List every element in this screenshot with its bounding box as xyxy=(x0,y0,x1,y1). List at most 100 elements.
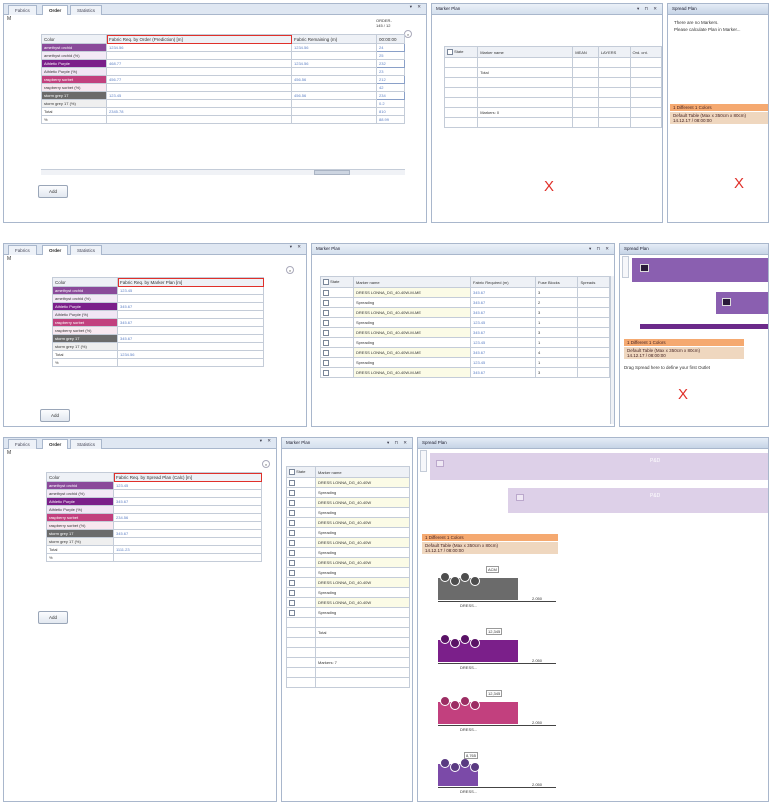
marker-row[interactable]: DRESS LONNA_DG_40-40W xyxy=(286,577,410,588)
marker-row[interactable]: Spreading 345.67 2 xyxy=(320,297,610,308)
checkbox[interactable] xyxy=(323,319,329,326)
marker-row[interactable]: Spreading 123.45 1 xyxy=(320,317,610,328)
add-button[interactable]: Add xyxy=(40,409,70,422)
color-row[interactable]: storm grey 17 123.45 456.56 234 xyxy=(41,91,405,100)
vscroll[interactable] xyxy=(610,276,614,424)
marker-row[interactable] xyxy=(443,57,662,68)
order-value[interactable]: 42 xyxy=(376,83,405,92)
marker-name[interactable]: Spreading xyxy=(315,587,410,598)
checkbox[interactable] xyxy=(323,309,329,316)
color-row[interactable]: amethyst orchid 1234.56 1234.56 24 xyxy=(41,43,405,52)
marker-name[interactable]: Spreading xyxy=(315,567,410,578)
marker-row[interactable]: DRESS LONNA_DG_40-40W xyxy=(286,477,410,488)
color-row[interactable]: raspberry sorbet (%) xyxy=(52,326,264,335)
spread-bar-1[interactable] xyxy=(430,453,768,480)
row-checkbox[interactable] xyxy=(320,337,354,348)
row-checkbox[interactable] xyxy=(320,297,354,308)
color-row[interactable]: Athletic Purple (%) 23 xyxy=(41,67,405,76)
row-checkbox[interactable] xyxy=(320,317,354,328)
checkbox[interactable] xyxy=(289,509,295,516)
marker-row[interactable]: Total xyxy=(443,67,662,78)
row-checkbox[interactable] xyxy=(286,497,316,508)
spread-thumbnail[interactable]: 8,765 DRESS... 2.050 xyxy=(438,750,558,794)
pane-controls[interactable]: ▾ ⊓ ✕ xyxy=(637,4,659,14)
tab-statistics[interactable]: Statistics xyxy=(70,439,103,449)
order-value[interactable]: 23 xyxy=(376,67,405,76)
marker-name[interactable]: Spreading xyxy=(315,487,410,498)
tab-order[interactable]: Order xyxy=(42,439,69,449)
row-checkbox[interactable] xyxy=(286,557,316,568)
checkbox[interactable] xyxy=(289,559,295,566)
color-row[interactable]: amethyst orchid (%) 25 xyxy=(41,51,405,60)
color-row[interactable]: Athletic Purple (%) xyxy=(52,310,264,319)
order-value[interactable]: 24 xyxy=(376,43,405,52)
add-button[interactable]: Add xyxy=(38,611,68,624)
order-value[interactable]: 212 xyxy=(376,75,405,84)
marker-name[interactable]: DRESS LONNA_DG_40-40W-M-ME xyxy=(353,347,471,358)
marker-name[interactable]: Spreading xyxy=(315,547,410,558)
marker-row[interactable]: Spreading 123.45 1 xyxy=(320,337,610,348)
tab-order[interactable]: Order xyxy=(42,5,69,15)
color-row[interactable]: % 88.99 xyxy=(41,115,405,124)
color-row[interactable]: storm grey 17 345.67 xyxy=(52,334,264,343)
color-row[interactable]: amethyst orchid (%) xyxy=(46,489,262,498)
spread-bar-2[interactable] xyxy=(508,488,768,513)
marker-row[interactable]: DRESS LONNA_DG_40-40W-M-ME 345.67 3 xyxy=(320,287,610,298)
marker-name[interactable]: DRESS LONNA_DG_40-40W xyxy=(315,537,410,548)
checkbox[interactable] xyxy=(323,359,329,366)
select-all-checkbox[interactable] xyxy=(447,49,453,55)
marker-row[interactable]: Spreading xyxy=(286,587,410,598)
marker-name[interactable]: DRESS LONNA_DG_40-40W xyxy=(315,597,410,608)
color-row[interactable]: raspberry sorbet 456.77 456.56 212 xyxy=(41,75,405,84)
row-checkbox[interactable] xyxy=(286,507,316,518)
hscroll-thumb[interactable] xyxy=(314,170,350,175)
pane-controls[interactable]: ▾ ⊓ ✕ xyxy=(387,438,409,448)
marker-row[interactable]: Spreading xyxy=(286,567,410,578)
marker-row[interactable]: DRESS LONNA_DG_40-40W xyxy=(286,517,410,528)
marker-row[interactable]: Spreading xyxy=(286,507,410,518)
marker-row[interactable]: Spreading xyxy=(286,547,410,558)
color-row[interactable]: Athletic Purple 345.67 xyxy=(52,302,264,311)
checkbox[interactable] xyxy=(289,569,295,576)
color-row[interactable]: amethyst orchid 123.45 xyxy=(52,286,264,295)
marker-name[interactable]: DRESS LONNA_DG_40-40W xyxy=(315,497,410,508)
row-checkbox[interactable] xyxy=(286,517,316,528)
marker-row[interactable]: DRESS LONNA_DG_40-40W xyxy=(286,557,410,568)
marker-name[interactable]: DRESS LONNA_DG_40-40W xyxy=(315,477,410,488)
marker-name[interactable]: DRESS LONNA_DG_40-40W-M-ME xyxy=(353,327,471,338)
tab-statistics[interactable]: Statistics xyxy=(70,245,103,255)
tab-fabrics[interactable]: Fabrics xyxy=(8,245,37,255)
spread-thumbnail[interactable]: 12,345 DRESS... 2.050 xyxy=(438,626,558,670)
marker-name[interactable]: DRESS LONNA_DG_40-40W-M-ME xyxy=(353,307,471,318)
spread-thumbnail[interactable]: ACM DRESS... 2.050 xyxy=(438,564,558,608)
checkbox[interactable] xyxy=(289,609,295,616)
color-row[interactable]: storm grey 17 (%) xyxy=(46,537,262,546)
order-value[interactable]: 234 xyxy=(376,91,405,100)
marker-row[interactable]: Spreading xyxy=(286,607,410,618)
marker-name[interactable]: Spreading xyxy=(315,607,410,618)
row-checkbox[interactable] xyxy=(286,527,316,538)
checkbox[interactable] xyxy=(289,579,295,586)
hscroll[interactable] xyxy=(41,169,405,175)
marker-name[interactable]: DRESS LONNA_DG_40-40W xyxy=(315,577,410,588)
pane-controls[interactable]: ▾ ✕ xyxy=(290,244,303,250)
checkbox[interactable] xyxy=(289,519,295,526)
marker-row[interactable] xyxy=(443,97,662,108)
marker-name[interactable]: Spreading xyxy=(315,507,410,518)
row-checkbox[interactable] xyxy=(286,537,316,548)
row-checkbox[interactable] xyxy=(286,597,316,608)
marker-name[interactable]: DRESS LONNA_DG_40-40W xyxy=(315,517,410,528)
checkbox[interactable] xyxy=(323,349,329,356)
color-row[interactable]: raspberry sorbet (%) xyxy=(46,521,262,530)
checkbox[interactable] xyxy=(323,299,329,306)
marker-name[interactable]: Spreading xyxy=(353,297,471,308)
color-row[interactable]: storm grey 17 (%) 0.2 xyxy=(41,99,405,108)
row-checkbox[interactable] xyxy=(286,587,316,598)
marker-row[interactable] xyxy=(443,87,662,98)
color-row[interactable]: amethyst orchid (%) xyxy=(52,294,264,303)
tab-fabrics[interactable]: Fabrics xyxy=(8,5,37,15)
order-value[interactable]: 25 xyxy=(376,51,405,60)
row-checkbox[interactable] xyxy=(320,307,354,318)
select-all-checkbox[interactable] xyxy=(323,279,329,285)
tab-fabrics[interactable]: Fabrics xyxy=(8,439,37,449)
